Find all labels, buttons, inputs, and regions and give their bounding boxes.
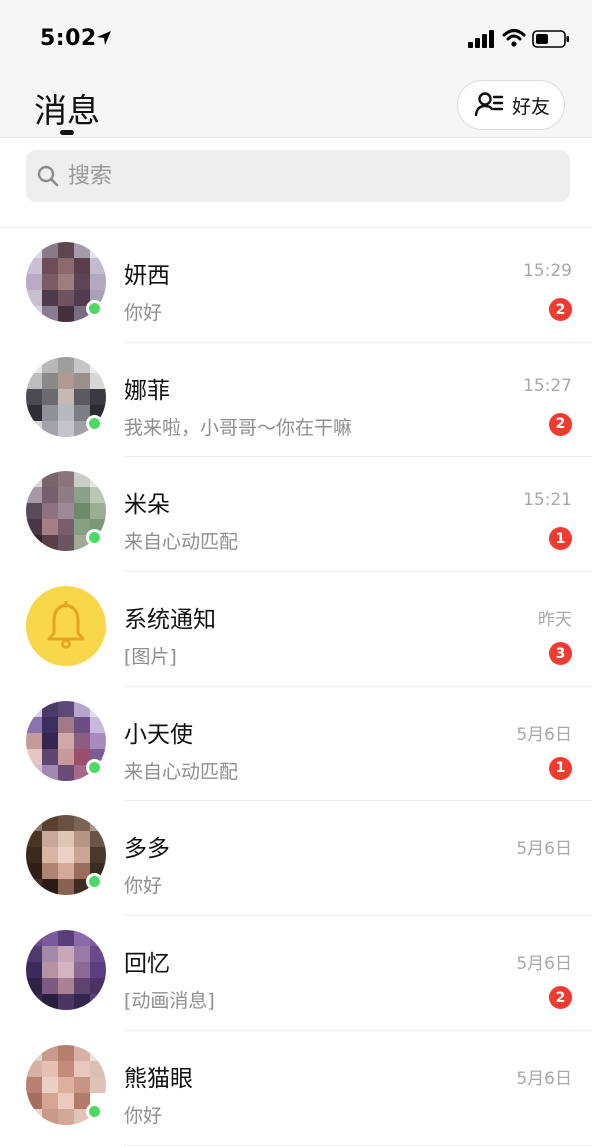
online-status-dot: [86, 300, 103, 317]
avatar-container: [26, 242, 106, 322]
online-status-dot: [86, 1102, 103, 1120]
search-section: [0, 138, 592, 228]
contact-name: 熊猫眼: [124, 1065, 193, 1092]
online-status-dot: [86, 414, 103, 432]
avatar-container: [26, 1044, 106, 1125]
message-time: 15:29: [523, 261, 572, 281]
bell-icon: [47, 601, 85, 649]
contacts-icon: [474, 92, 504, 117]
message-preview: 你好: [124, 875, 163, 898]
contact-name: 回忆: [124, 951, 170, 978]
message-preview: 来自心动匹配: [124, 760, 239, 783]
contact-name: 娜菲: [124, 377, 170, 404]
avatar-container: [26, 815, 106, 896]
wifi-icon: [502, 29, 526, 47]
unread-badge: 2: [549, 412, 572, 436]
avatar-container: [26, 356, 106, 437]
conversation-item[interactable]: 多多 5月6日 你好: [0, 801, 592, 917]
page-title: 消息: [34, 91, 100, 130]
message-time: 15:27: [523, 375, 572, 396]
status-bar: 5:02: [0, 0, 592, 72]
friends-button-label: 好友: [512, 95, 551, 118]
message-preview: 你好: [124, 1104, 163, 1127]
system-notification-avatar: [26, 586, 106, 667]
message-time: 15:21: [523, 490, 572, 511]
message-preview: 来自心动匹配: [124, 531, 239, 554]
unread-badge: 1: [549, 527, 572, 551]
contact-name: 系统通知: [124, 607, 216, 634]
battery-icon: [532, 30, 569, 48]
avatar-container: [26, 586, 106, 667]
contact-name: 米朵: [124, 492, 170, 519]
contact-name: 多多: [124, 836, 170, 863]
message-time: 5月6日: [516, 1068, 572, 1089]
location-arrow-icon: [97, 31, 111, 45]
conversation-item[interactable]: 系统通知 昨天 [图片] 3: [0, 572, 592, 687]
unread-badge: 2: [549, 298, 572, 321]
title-underline: [60, 130, 74, 135]
conversation-item[interactable]: 小天使 5月6日 来自心动匹配 1: [0, 687, 592, 802]
search-icon: [37, 165, 59, 187]
unread-badge: 1: [549, 756, 572, 780]
conversation-item[interactable]: 娜菲 15:27 我来啦，小哥哥～你在干嘛 2: [0, 343, 592, 458]
message-preview: [动画消息]: [124, 990, 215, 1013]
avatar-container: [26, 930, 106, 1011]
conversation-item[interactable]: 熊猫眼 5月6日 你好: [0, 1031, 592, 1146]
search-input[interactable]: [68, 163, 528, 189]
search-bar[interactable]: [26, 150, 570, 202]
avatar-container: [26, 471, 106, 552]
contact-name: 小天使: [124, 721, 193, 748]
message-time: 5月6日: [516, 954, 572, 975]
avatar: [26, 930, 106, 1011]
signal-icon: [468, 30, 494, 48]
header: 消息 好友: [0, 72, 592, 138]
conversation-item[interactable]: 回忆 5月6日 [动画消息] 2: [0, 916, 592, 1031]
unread-badge: 2: [549, 986, 572, 1010]
message-preview: 我来啦，小哥哥～你在干嘛: [124, 416, 353, 439]
avatar-container: [26, 700, 106, 781]
online-status-dot: [86, 758, 103, 776]
friends-button[interactable]: 好友: [457, 80, 565, 130]
message-preview: [图片]: [124, 646, 177, 669]
message-time: 5月6日: [516, 839, 572, 860]
message-time: 昨天: [538, 610, 572, 631]
message-preview: 你好: [124, 302, 163, 324]
conversation-list: 妍西 15:29 你好 2 娜菲 15:27 我来啦，小哥哥～你在干嘛 2 米朵…: [0, 228, 592, 1146]
divider: [124, 1144, 592, 1146]
conversation-item[interactable]: 妍西 15:29 你好 2: [0, 228, 592, 343]
contact-name: 妍西: [124, 263, 170, 289]
message-time: 5月6日: [516, 724, 572, 745]
conversation-item[interactable]: 米朵 15:21 来自心动匹配 1: [0, 457, 592, 573]
unread-badge: 3: [549, 642, 572, 666]
status-time: 5:02: [40, 26, 97, 51]
